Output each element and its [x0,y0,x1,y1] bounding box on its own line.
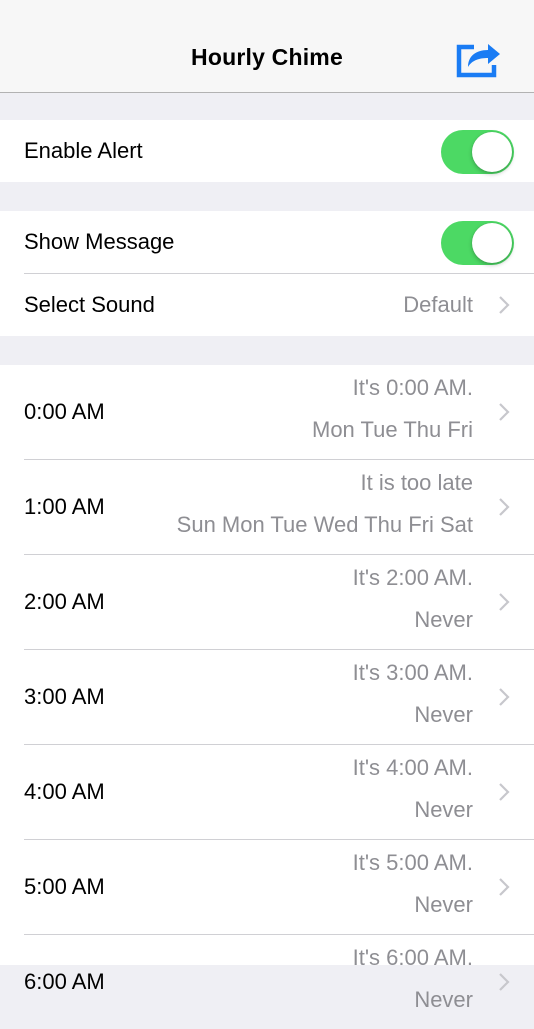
schedule-row[interactable]: 6:00 AM It's 6:00 AM. Never [0,935,534,1029]
chevron-right-icon [499,296,510,314]
schedule-row[interactable]: 1:00 AM It is too late Sun Mon Tue Wed Thu… [0,460,534,554]
schedule-days: Never [414,797,473,822]
schedule-message: It's 4:00 AM. [352,755,473,780]
schedule-days: Sun Mon Tue Wed Thu Fri Sat [176,512,473,537]
schedule-time: 2:00 AM [24,589,105,614]
chevron-right-icon [499,498,510,516]
schedule-message: It is too late [360,470,473,495]
schedule-message: It's 0:00 AM. [352,375,473,400]
chevron-right-icon [499,403,510,421]
nav-bar: Hourly Chime [0,0,534,93]
schedule-list: 0:00 AM It's 0:00 AM. Mon Tue Thu Fri 1:00 … [0,365,534,1012]
schedule-row[interactable]: 0:00 AM It's 0:00 AM. Mon Tue Thu Fri [0,365,534,459]
message-group: Show Message Select Sound Default [0,211,534,336]
schedule-message: It's 5:00 AM. [352,850,473,875]
page-title: Hourly Chime [191,44,343,70]
schedule-time: 4:00 AM [24,779,105,804]
show-message-label: Show Message [24,229,175,254]
chevron-right-icon [499,878,510,896]
enable-alert-label: Enable Alert [24,138,143,163]
alert-group: Enable Alert [0,120,534,182]
schedule-time: 1:00 AM [24,494,105,519]
chevron-right-icon [499,688,510,706]
chevron-right-icon [499,973,510,991]
schedule-days: Never [414,607,473,632]
show-message-row: Show Message [0,211,534,273]
schedule-time: 3:00 AM [24,684,105,709]
enable-alert-toggle[interactable] [441,130,514,174]
chevron-right-icon [499,593,510,611]
chevron-right-icon [499,783,510,801]
toggle-knob [472,223,512,263]
schedule-time: 0:00 AM [24,399,105,424]
schedule-row[interactable]: 5:00 AM It's 5:00 AM. Never [0,840,534,934]
schedule-days: Mon Tue Thu Fri [312,417,473,442]
schedule-days: Never [414,987,473,1012]
toggle-knob [472,132,512,172]
select-sound-value: Default [403,292,473,317]
enable-alert-row: Enable Alert [0,120,534,182]
schedule-time: 6:00 AM [24,969,105,994]
schedule-message: It's 3:00 AM. [352,660,473,685]
schedule-time: 5:00 AM [24,874,105,899]
select-sound-row[interactable]: Select Sound Default [0,274,534,336]
select-sound-label: Select Sound [24,292,155,317]
schedule-row[interactable]: 2:00 AM It's 2:00 AM. Never [0,555,534,649]
show-message-toggle[interactable] [441,221,514,265]
schedule-message: It's 2:00 AM. [352,565,473,590]
share-icon[interactable] [456,38,502,78]
schedule-message: It's 6:00 AM. [352,945,473,970]
schedule-row[interactable]: 3:00 AM It's 3:00 AM. Never [0,650,534,744]
schedule-row[interactable]: 4:00 AM It's 4:00 AM. Never [0,745,534,839]
schedule-days: Never [414,702,473,727]
schedule-days: Never [414,892,473,917]
